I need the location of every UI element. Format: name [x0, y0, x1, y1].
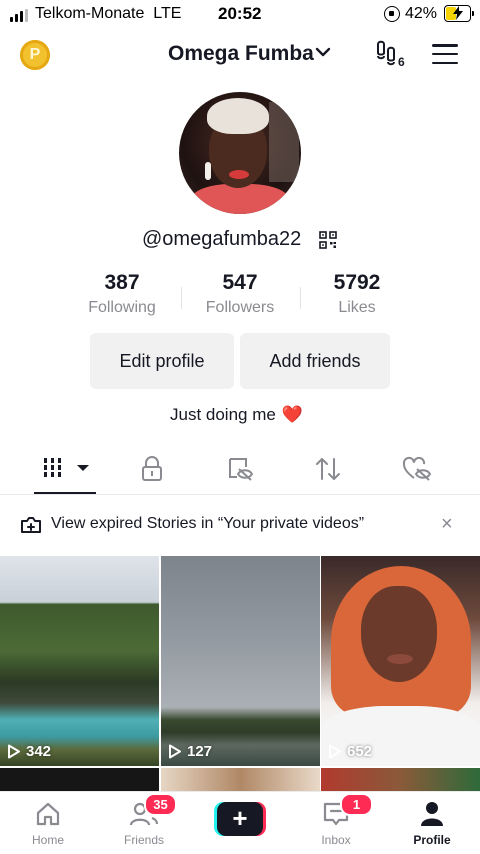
profile-icon	[421, 802, 443, 826]
add-friends-button[interactable]: Add friends	[240, 333, 390, 389]
footprint-icon: 6	[377, 40, 405, 69]
battery-percent: 42%	[405, 5, 438, 22]
view-count: 652	[328, 743, 372, 760]
likes-count: 5792	[333, 271, 381, 294]
footprint-count: 6	[398, 55, 405, 68]
coin-rewards-icon[interactable]: P	[20, 40, 50, 70]
hidden-eye-icon	[229, 458, 254, 481]
followers-label: Followers	[205, 299, 275, 316]
chevron-down-icon[interactable]	[315, 46, 331, 58]
following-label: Following	[88, 299, 156, 316]
tab-hidden[interactable]	[226, 456, 254, 487]
username: @omegafumba22	[142, 228, 302, 250]
video-thumbnail[interactable]: 127	[161, 556, 320, 766]
tab-reposts[interactable]	[315, 456, 341, 487]
expired-stories-banner[interactable]: View expired Stories in “Your private vi…	[0, 507, 480, 543]
status-bar: Telkom-Monate LTE 20:52 42%	[0, 0, 480, 28]
home-icon	[36, 802, 60, 826]
content-tabs	[0, 450, 480, 495]
stat-likes[interactable]: 5792 Likes	[322, 271, 392, 317]
qr-code-icon[interactable]	[319, 231, 337, 249]
likes-label: Likes	[338, 299, 376, 316]
plus-icon: +	[217, 802, 263, 836]
private-lock-icon	[142, 456, 162, 481]
nav-profile-label: Profile	[413, 833, 451, 847]
stat-following[interactable]: 387 Following	[86, 271, 158, 317]
friends-badge: 35	[144, 793, 177, 816]
play-icon	[329, 744, 341, 759]
followers-count: 547	[222, 271, 258, 294]
carrier-name: Telkom-Monate LTE	[35, 5, 182, 22]
bottom-navigation: Home Friends 35 + Inbox 1 Profile	[0, 791, 480, 854]
view-count: 127	[168, 743, 212, 760]
stat-divider	[181, 287, 182, 309]
story-camera-icon	[21, 517, 41, 533]
play-icon	[169, 744, 181, 759]
nav-profile[interactable]: Profile	[392, 792, 472, 854]
close-icon[interactable]: ×	[441, 514, 453, 534]
bio-text: Just doing me	[170, 405, 276, 424]
repost-icon	[316, 458, 340, 480]
play-icon	[8, 744, 20, 759]
video-thumbnail[interactable]: 652	[321, 556, 480, 766]
videos-grid-icon	[44, 458, 89, 477]
nav-home-label: Home	[31, 833, 64, 847]
liked-hidden-icon	[402, 456, 432, 481]
nav-friends[interactable]: Friends 35	[104, 792, 184, 854]
bio: Just doing me ❤️	[170, 405, 303, 425]
tab-private[interactable]	[140, 456, 164, 487]
view-count: 342	[7, 743, 51, 760]
banner-text: View expired Stories in “Your private vi…	[51, 515, 365, 532]
inbox-badge: 1	[340, 793, 373, 816]
heart-emoji: ❤️	[281, 405, 304, 424]
account-switcher-name[interactable]: Omega Fumba	[168, 42, 314, 66]
edit-profile-button[interactable]: Edit profile	[90, 333, 234, 389]
nav-inbox[interactable]: Inbox 1	[296, 792, 376, 854]
create-post-button[interactable]: +	[214, 802, 266, 836]
signal-strength-icon	[10, 9, 28, 22]
avatar[interactable]	[179, 92, 301, 214]
menu-icon[interactable]	[432, 44, 458, 64]
following-count: 387	[104, 271, 140, 294]
nav-home[interactable]: Home	[8, 792, 88, 854]
active-tab-indicator	[34, 492, 96, 494]
rotation-lock-icon	[384, 6, 400, 22]
clock: 20:52	[218, 4, 262, 23]
video-thumbnail[interactable]: 342	[0, 556, 159, 766]
tab-videos[interactable]	[42, 456, 94, 485]
profile-views-button[interactable]: 6	[374, 40, 410, 73]
stat-divider	[300, 287, 301, 309]
stat-followers[interactable]: 547 Followers	[202, 271, 278, 317]
tab-liked[interactable]	[402, 456, 432, 487]
nav-inbox-label: Inbox	[321, 833, 351, 847]
charging-bolt-icon	[453, 6, 463, 20]
nav-friends-label: Friends	[123, 833, 164, 847]
